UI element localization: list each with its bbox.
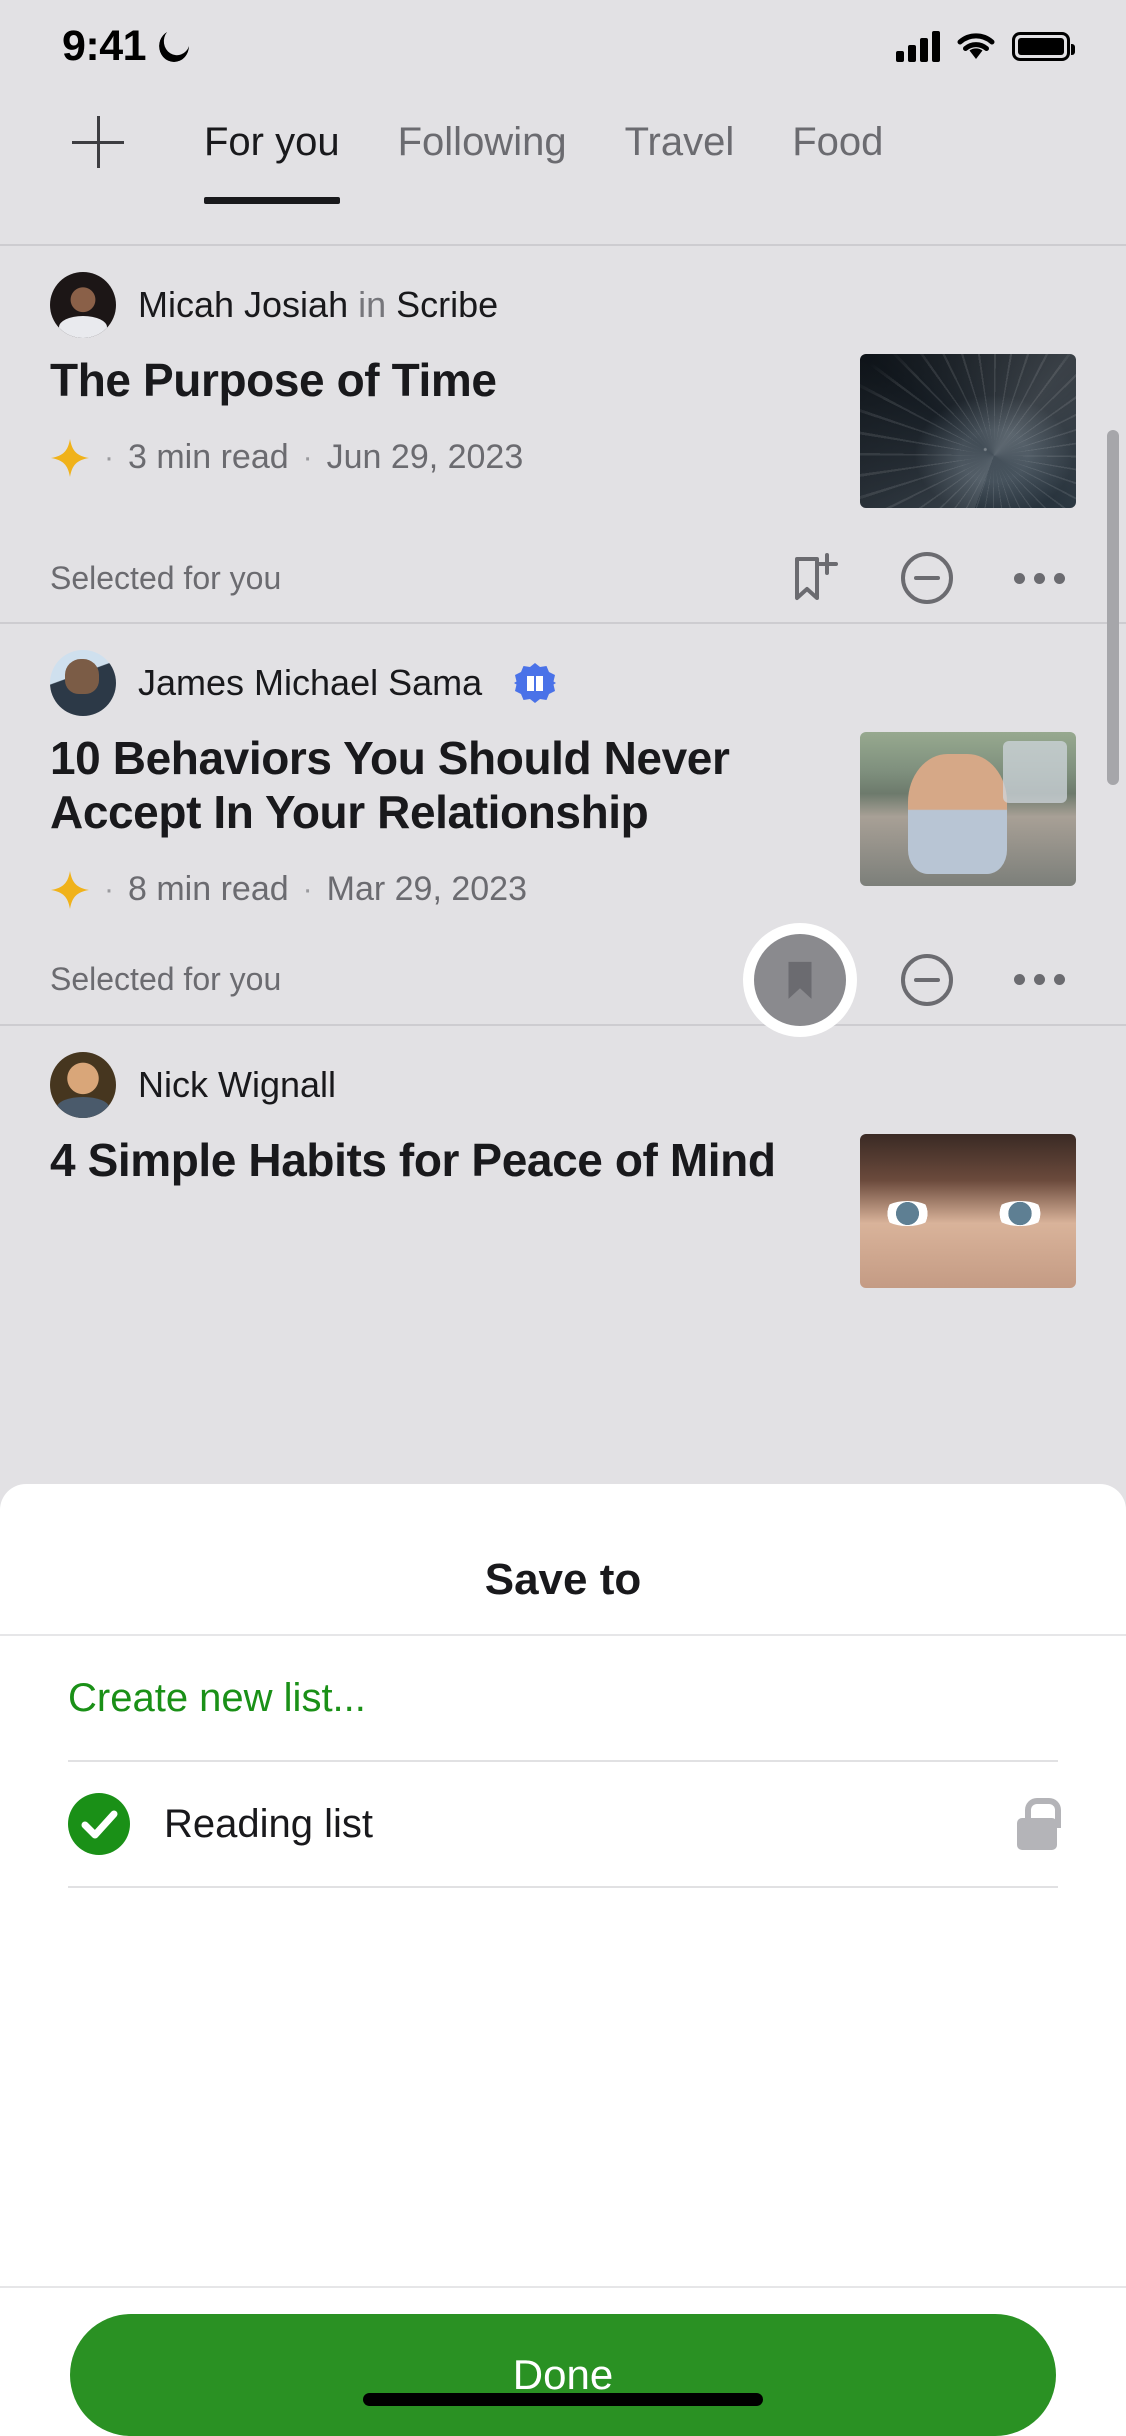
tab-bar: For you Following Travel Food [0, 92, 1126, 244]
member-star-icon [51, 870, 89, 909]
cellular-signal-icon [896, 30, 940, 62]
battery-icon [1012, 31, 1075, 61]
article-text-block: 10 Behaviors You Should Never Accept In … [50, 732, 832, 910]
article-body[interactable]: The Purpose of Time · 3 min read · Jun 2… [50, 336, 1076, 508]
lock-icon [1016, 1798, 1061, 1850]
article-actions [754, 933, 1076, 1026]
add-topic-button[interactable] [50, 92, 146, 192]
tab-following[interactable]: Following [398, 92, 567, 192]
tab-food-label: Food [792, 119, 884, 164]
article-byline: James Michael Sama [138, 662, 482, 704]
selected-for-you-label: Selected for you [50, 961, 282, 998]
verified-badge-icon [514, 662, 557, 704]
article-footer: Selected for you [50, 933, 1076, 1026]
article-title: 4 Simple Habits for Peace of Mind [50, 1133, 776, 1186]
article-text-block: The Purpose of Time · 3 min read · Jun 2… [50, 354, 832, 508]
article-meta: · 8 min read · Mar 29, 2023 [50, 870, 832, 910]
create-new-list-button[interactable]: Create new list... [0, 1636, 1126, 1760]
status-bar-right [896, 30, 1075, 62]
article-text-block: 4 Simple Habits for Peace of Mind [50, 1134, 832, 1288]
author-name: Nick Wignall [138, 1063, 337, 1105]
tab-for-you-label: For you [204, 119, 340, 164]
article-footer: Selected for you [50, 534, 1076, 622]
avatar[interactable] [50, 1051, 116, 1118]
sheet-header: Save to [0, 1526, 1126, 1636]
list-item-reading-list[interactable]: Reading list [0, 1762, 1126, 1886]
bookmark-plus-icon [795, 553, 838, 600]
byline-in-word: in [358, 284, 387, 325]
ellipsis-icon [1013, 974, 1065, 986]
article-thumbnail[interactable] [860, 1133, 1076, 1288]
status-bar: 9:41 [0, 0, 1126, 92]
selected-for-you-label: Selected for you [50, 559, 282, 596]
more-options-button[interactable] [1008, 949, 1070, 1011]
article-thumbnail[interactable] [860, 354, 1076, 508]
article-body[interactable]: 10 Behaviors You Should Never Accept In … [50, 714, 1076, 910]
read-time: 3 min read [128, 438, 289, 477]
article-title: 10 Behaviors You Should Never Accept In … [50, 732, 730, 838]
status-time: 9:41 [62, 21, 147, 70]
article-thumbnail[interactable] [860, 732, 1076, 886]
hide-story-button[interactable] [896, 949, 958, 1011]
member-star-icon [51, 438, 89, 477]
wifi-icon [957, 33, 995, 59]
sheet-title: Save to [484, 1555, 642, 1604]
publish-date: Jun 29, 2023 [326, 438, 524, 477]
status-bar-left: 9:41 [62, 22, 189, 71]
meta-separator: · [104, 872, 114, 906]
avatar[interactable] [50, 650, 116, 716]
avatar[interactable] [50, 272, 116, 338]
meta-separator: · [302, 440, 313, 474]
home-indicator[interactable] [363, 2393, 763, 2406]
more-options-button[interactable] [1008, 547, 1070, 609]
minus-circle-icon [901, 953, 953, 1006]
meta-separator: · [104, 440, 114, 474]
article-title: The Purpose of Time [50, 354, 497, 406]
author-name: Micah Josiah [138, 284, 349, 325]
article-byline: Micah Josiah in Scribe [138, 284, 498, 326]
publish-date: Mar 29, 2023 [326, 870, 527, 909]
ellipsis-icon [1013, 572, 1065, 584]
tab-travel[interactable]: Travel [625, 92, 735, 192]
article-card[interactable]: Micah Josiah in Scribe The Purpose of Ti… [0, 246, 1126, 622]
save-bookmark-button-active[interactable] [754, 933, 846, 1026]
hide-story-button[interactable] [896, 547, 958, 609]
minus-circle-icon [901, 552, 953, 604]
tab-for-you[interactable]: For you [204, 92, 340, 204]
sheet-footer: Done [0, 2286, 1126, 2436]
article-meta: · 3 min read · Jun 29, 2023 [50, 438, 832, 478]
tab-travel-label: Travel [624, 119, 735, 164]
article-byline-row[interactable]: James Michael Sama [50, 650, 1076, 716]
publication-name: Scribe [396, 284, 499, 325]
article-byline: Nick Wignall [138, 1064, 336, 1106]
feed-scrollbar[interactable] [1107, 430, 1119, 785]
divider [68, 1886, 1058, 1888]
sheet-list: Create new list... Reading list [0, 1636, 1126, 2087]
article-body[interactable]: 4 Simple Habits for Peace of Mind [50, 1116, 1076, 1288]
article-card[interactable]: Nick Wignall 4 Simple Habits for Peace o… [0, 1026, 1126, 1288]
meta-separator: · [302, 872, 313, 906]
sheet-spacer [0, 2087, 1126, 2286]
create-new-list-label: Create new list... [68, 1675, 366, 1720]
save-to-sheet: Save to Create new list... Reading list … [0, 1484, 1126, 2436]
save-bookmark-button[interactable] [784, 547, 846, 609]
article-actions [784, 547, 1076, 609]
author-name: James Michael Sama [138, 662, 483, 703]
bookmark-filled-icon [788, 961, 812, 999]
checkmark-icon [68, 1793, 130, 1855]
tab-following-label: Following [397, 119, 567, 164]
read-time: 8 min read [128, 870, 289, 909]
article-byline-row[interactable]: Micah Josiah in Scribe [50, 272, 1076, 338]
article-card[interactable]: James Michael Sama 10 Behaviors You Shou… [0, 624, 1126, 1026]
list-name: Reading list [164, 1801, 374, 1846]
done-button[interactable]: Done [70, 2314, 1056, 2436]
article-byline-row[interactable]: Nick Wignall [50, 1051, 1076, 1118]
moon-icon [159, 30, 189, 62]
tab-food[interactable]: Food [792, 92, 883, 192]
